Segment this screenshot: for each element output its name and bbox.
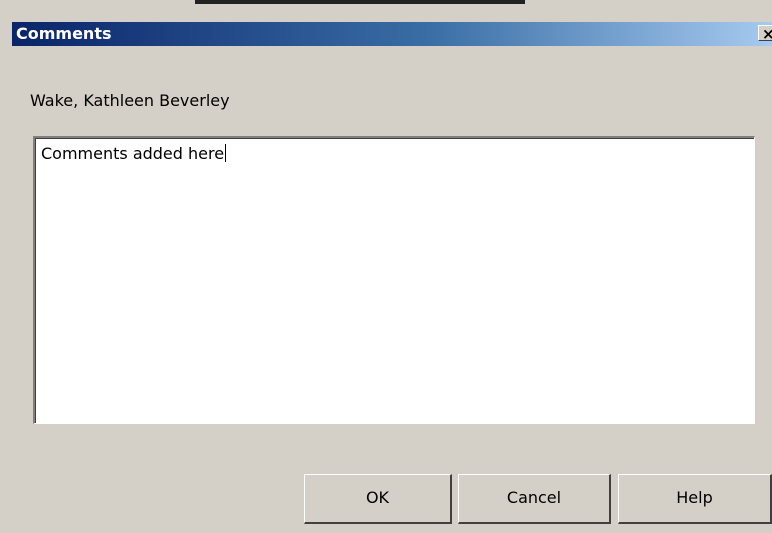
help-button[interactable]: Help bbox=[618, 474, 772, 524]
text-caret bbox=[225, 144, 227, 162]
window-title: Comments bbox=[16, 24, 112, 43]
background-window-edge bbox=[195, 0, 525, 4]
comments-dialog: Comments × Wake, Kathleen Beverley Comme… bbox=[12, 22, 772, 533]
comments-text: Comments added here bbox=[41, 144, 225, 163]
cancel-button[interactable]: Cancel bbox=[458, 474, 611, 524]
title-bar[interactable]: Comments × bbox=[12, 22, 772, 46]
background-window-fragment bbox=[0, 0, 772, 22]
close-icon: × bbox=[762, 25, 772, 43]
close-button[interactable]: × bbox=[758, 25, 772, 43]
person-name-label: Wake, Kathleen Beverley bbox=[30, 91, 230, 110]
ok-button[interactable]: OK bbox=[304, 474, 452, 524]
comments-textarea[interactable]: Comments added here bbox=[33, 136, 755, 424]
